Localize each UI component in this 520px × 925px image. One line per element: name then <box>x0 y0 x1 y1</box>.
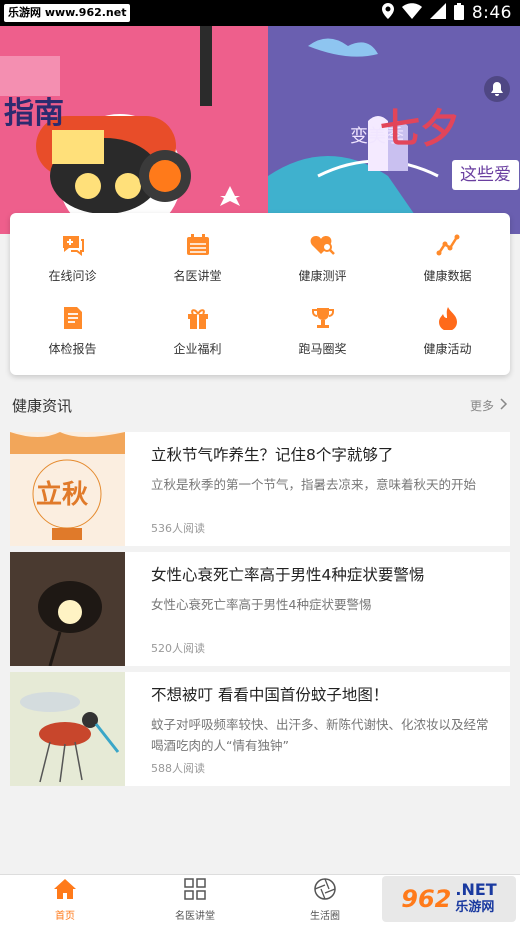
watermark-cn: 乐游网 <box>455 900 495 915</box>
news-thumbnail <box>10 672 125 786</box>
news-title: 不想被叮 看看中国首份蚊子地图！ <box>151 686 389 704</box>
feature-label: 健康数据 <box>423 269 472 283</box>
tab-label: 生活圈 <box>310 911 340 922</box>
watermark-logo: 962 .NET 乐游网 <box>382 876 516 922</box>
news-title: 女性心衰死亡率高于男性4种症状要警惕 <box>151 566 425 584</box>
banner-right-title: 七夕 <box>380 106 460 152</box>
feature-label: 企业福利 <box>173 342 222 356</box>
news-thumbnail: 立秋 <box>10 432 125 546</box>
feature-health-data[interactable]: 健康数据 <box>385 221 510 294</box>
tab-famous-doctor[interactable]: 名医讲堂 <box>130 875 260 925</box>
status-bar: 乐游网 www.962.net 8:46 <box>0 0 520 26</box>
report-icon <box>59 304 87 332</box>
notification-bell-icon[interactable] <box>484 76 510 102</box>
feature-online-consult[interactable]: 在线问诊 <box>10 221 135 294</box>
news-item[interactable]: 女性心衰死亡率高于男性4种症状要警惕 女性心衰死亡率高于男性4种症状要警惕 52… <box>10 552 510 666</box>
location-icon <box>381 3 394 23</box>
feature-marathon-rewards[interactable]: 跑马圈奖 <box>260 294 385 367</box>
news-item[interactable]: 不想被叮 看看中国首份蚊子地图！ 蚊子对呼吸频率较快、出汗多、新陈代谢快、化浓妆… <box>10 672 510 786</box>
news-summary: 女性心衰死亡率高于男性4种症状要警惕 <box>151 597 372 612</box>
news-title: 立秋节气咋养生？记住8个字就够了 <box>151 446 394 464</box>
news-read-count: 536人阅读 <box>151 522 205 535</box>
feature-checkup-report[interactable]: 体检报告 <box>10 294 135 367</box>
feature-label: 健康测评 <box>298 269 347 283</box>
feature-label: 名医讲堂 <box>173 269 222 283</box>
feature-grid: 在线问诊 名医讲堂 健康测评 健康数据 体检报告 企业福利 跑马圈奖 健康活动 <box>10 213 510 375</box>
feature-health-assessment[interactable]: 健康测评 <box>260 221 385 294</box>
tab-label: 首页 <box>55 911 75 922</box>
tab-life-circle[interactable]: 生活圈 <box>260 875 390 925</box>
watermark-net: .NET <box>455 880 497 899</box>
tab-home[interactable]: 首页 <box>0 875 130 925</box>
watermark-num: 962 <box>401 885 452 913</box>
chevron-right-icon <box>500 397 508 413</box>
aperture-icon <box>314 878 336 904</box>
banner-right-tag: 这些爱 <box>452 160 519 190</box>
chart-icon <box>434 231 462 259</box>
news-thumbnail-text: 立秋 <box>36 480 89 510</box>
status-time: 8:46 <box>471 3 512 23</box>
watermark-top: 乐游网 www.962.net <box>4 4 131 22</box>
news-summary: 立秋是秋季的第一个节气，指暑去凉来，意味着秋天的开始 <box>151 477 477 492</box>
news-summary: 蚊子对呼吸频率较快、出汗多、新陈代谢快、化浓妆以及经常喝酒吃肉的人“情有独钟” <box>151 717 489 753</box>
signal-icon <box>429 3 446 23</box>
grid-icon <box>184 878 206 904</box>
news-thumbnail <box>10 552 125 666</box>
news-body: 不想被叮 看看中国首份蚊子地图！ 蚊子对呼吸频率较快、出汗多、新陈代谢快、化浓妆… <box>125 672 510 786</box>
wifi-icon <box>401 3 422 23</box>
more-label: 更多 <box>469 398 494 413</box>
more-link[interactable]: 更多 <box>470 397 508 414</box>
calendar-icon <box>184 231 212 259</box>
banner-left-title: 指南 <box>4 96 64 131</box>
banner-carousel[interactable]: 指南 变美季 这些爱 七夕 <box>0 26 520 234</box>
news-list: 立秋 立秋节气咋养生？记住8个字就够了 立秋是秋季的第一个节气，指暑去凉来，意味… <box>10 432 510 792</box>
trophy-icon <box>309 304 337 332</box>
feature-corporate-benefits[interactable]: 企业福利 <box>135 294 260 367</box>
feature-label: 在线问诊 <box>48 269 97 283</box>
flame-icon <box>434 304 462 332</box>
news-item[interactable]: 立秋 立秋节气咋养生？记住8个字就够了 立秋是秋季的第一个节气，指暑去凉来，意味… <box>10 432 510 546</box>
feature-label: 体检报告 <box>48 342 97 356</box>
news-body: 立秋节气咋养生？记住8个字就够了 立秋是秋季的第一个节气，指暑去凉来，意味着秋天… <box>125 432 510 546</box>
status-right: 8:46 <box>381 0 512 26</box>
tab-label: 名医讲堂 <box>175 911 215 922</box>
feature-label: 跑马圈奖 <box>298 342 347 356</box>
feature-label: 健康活动 <box>423 342 472 356</box>
battery-icon <box>453 2 464 24</box>
news-read-count: 520人阅读 <box>151 642 205 655</box>
banner-slide-left[interactable]: 指南 <box>0 26 268 234</box>
health-news-header: 健康资讯 更多 <box>0 390 520 420</box>
news-body: 女性心衰死亡率高于男性4种症状要警惕 女性心衰死亡率高于男性4种症状要警惕 52… <box>125 552 510 666</box>
feature-health-activities[interactable]: 健康活动 <box>385 294 510 367</box>
section-title: 健康资讯 <box>12 396 73 415</box>
gift-icon <box>184 304 212 332</box>
news-read-count: 588人阅读 <box>151 762 205 775</box>
heart-search-icon <box>309 231 337 259</box>
chat-icon <box>59 231 87 259</box>
home-icon <box>53 878 77 904</box>
feature-famous-doctor[interactable]: 名医讲堂 <box>135 221 260 294</box>
